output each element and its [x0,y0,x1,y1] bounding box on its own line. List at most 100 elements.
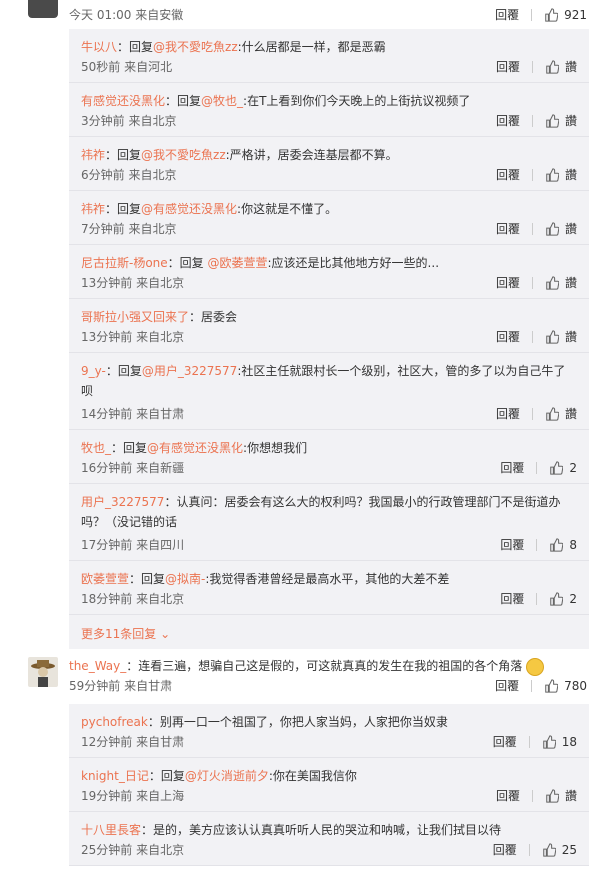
reply-meta: 13分钟前 来自北京 [81,276,185,290]
thumb-up-icon[interactable] [545,221,559,236]
reply-author[interactable]: knight_日记 [81,769,149,783]
thumb-up-icon[interactable] [545,167,559,182]
reply-button[interactable]: 回覆 [495,6,519,23]
reply-author[interactable]: 牛以八 [81,40,117,54]
thumb-up-icon[interactable] [545,275,559,290]
like-count: 讚 [564,222,577,236]
reply-prefix: ：别再一口一个祖国了，你把人家当妈，人家把你当奴隶 [147,715,448,729]
divider [528,843,530,856]
like-count: 讚 [564,407,577,421]
thumb-up-icon[interactable] [545,113,559,128]
reply-item: 祎祚：回复@我不愛吃魚zz:严格讲，居委会连基层都不算。 6分钟前 来自北京 回覆 讚 [69,137,589,191]
reply-content: :严格讲，居委会连基层都不算。 [225,148,398,162]
reply-button[interactable]: 回覆 [500,590,524,607]
thumb-up-icon[interactable] [545,59,559,74]
reply-content: :你想想我们 [243,441,308,455]
reply-prefix: ：回复 [117,40,154,54]
thumb-up-icon[interactable] [545,329,559,344]
mention-link[interactable]: @拟南- [165,572,205,586]
reply-text-line: knight_日记：回复@灯火消逝前夕:你在美国我信你 [81,766,576,786]
reply-item: knight_日记：回复@灯火消逝前夕:你在美国我信你 19分钟前 来自上海 回覆 讚 [69,758,589,812]
reply-button[interactable]: 回覆 [500,536,524,553]
comment-meta: 今天 01:00 来自安徽 [69,8,184,22]
reply-item: 十八里長客：是的，美方应该认认真真听听人民的哭泣和呐喊，让我们拭目以待 25分钟前… [69,812,589,866]
thumb-up-icon[interactable] [544,7,559,22]
reply-prefix: ：是的，美方应该认认真真听听人民的哭泣和呐喊，让我们拭目以待 [141,823,502,837]
reply-meta: 3分钟前 来自北京 [81,114,177,128]
reply-author[interactable]: 尼古拉斯-杨one [81,256,168,270]
like-count: 讚 [564,168,577,182]
like-count: 2 [569,460,577,475]
reply-button[interactable]: 回覆 [496,405,520,422]
reply-author[interactable]: 祎祚 [81,202,105,216]
mention-link[interactable]: @有感觉还没黑化 [147,441,243,455]
mention-link[interactable]: @欧萎萱萱 [208,256,268,270]
reply-author[interactable]: 欧萎萱萱 [81,572,129,586]
reply-button[interactable]: 回覆 [495,677,519,694]
reply-prefix: ：回复 [105,364,142,378]
reply-item: 有感觉还没黑化：回复@牧也_:在T上看到你们今天晚上的上街抗议视频了 3分钟前 来… [69,83,589,137]
reply-actions: 回覆 讚 [496,787,577,804]
reply-author[interactable]: 十八里長客 [81,823,141,837]
divider [531,407,533,420]
reply-button[interactable]: 回覆 [496,112,520,129]
thumb-up-icon[interactable] [544,678,559,693]
mention-link[interactable]: @有感觉还没黑化 [141,202,237,216]
divider [531,222,533,235]
reply-author[interactable]: 祎祚 [81,148,105,162]
thumb-up-icon[interactable] [542,734,556,749]
thumb-up-icon[interactable] [549,591,564,606]
mention-link[interactable]: @牧也_ [201,94,243,108]
reply-button[interactable]: 回覆 [493,841,517,858]
like-count: 25 [561,842,577,857]
thumb-up-icon[interactable] [549,460,564,475]
reply-author[interactable]: 用户_3227577 [81,495,164,509]
mention-link[interactable]: @我不愛吃魚zz [141,148,226,162]
divider [531,789,533,802]
mention-link[interactable]: @我不愛吃魚zz [153,40,238,54]
divider [531,60,533,73]
reply-button[interactable]: 回覆 [496,58,520,75]
reply-prefix: ：回复 [129,572,166,586]
comment-actions: 回覆 780 [495,677,587,694]
reply-button[interactable]: 回覆 [493,733,517,750]
reply-button[interactable]: 回覆 [496,166,520,183]
mention-link[interactable]: @用户_3227577 [142,364,237,378]
divider [528,735,530,748]
reply-button[interactable]: 回覆 [500,459,524,476]
avatar[interactable] [28,0,58,18]
divider [531,330,533,343]
reply-button[interactable]: 回覆 [496,328,520,345]
reply-button[interactable]: 回覆 [496,274,520,291]
commenter-name[interactable]: the_Way_ [69,659,126,673]
reply-content: :我觉得香港曾经是最高水平，其他的大差不差 [205,572,450,586]
reply-author[interactable]: 牧也_ [81,441,111,455]
reply-text-line: 欧萎萱萱：回复@拟南-:我觉得香港曾经是最高水平，其他的大差不差 [81,569,576,589]
reply-author[interactable]: 哥斯拉小强又回来了 [81,310,189,324]
reply-author[interactable]: 有感觉还没黑化 [81,94,165,108]
like-count: 讚 [564,114,577,128]
mention-link[interactable]: @灯火消逝前夕 [185,769,269,783]
chevron-down-icon: ⌄ [160,627,171,641]
thumb-up-icon[interactable] [545,406,559,421]
reply-meta: 6分钟前 来自北京 [81,168,177,182]
reply-item: 用户_3227577：认真问：居委会有这么大的权利吗？我国最小的行政管理部门不是… [69,484,589,561]
reply-author[interactable]: 9_y- [81,364,106,378]
reply-text-line: 祎祚：回复@有感觉还没黑化:你这就是不懂了。 [81,199,576,219]
reply-button[interactable]: 回覆 [496,787,520,804]
reply-meta: 7分钟前 来自北京 [81,222,177,236]
avatar[interactable] [28,657,58,687]
thumb-up-icon[interactable] [542,842,556,857]
reply-item: 9_y-：回复@用户_3227577:社区主任就跟村长一个级别，社区大，管的多了… [69,353,589,430]
reply-actions: 回覆 讚 [496,112,577,129]
more-replies-link[interactable]: 更多11条回复 ⌄ [81,625,170,642]
like-count: 780 [564,678,587,693]
thumb-up-icon[interactable] [545,788,559,803]
like-count: 讚 [564,60,577,74]
reply-button[interactable]: 回覆 [496,220,520,237]
reply-content: :应该还是比其他地方好一些的... [267,256,440,270]
thumb-up-icon[interactable] [549,537,564,552]
divider [531,8,533,21]
reply-meta: 17分钟前 来自四川 [81,538,185,552]
reply-author[interactable]: pychofreak [81,715,148,729]
